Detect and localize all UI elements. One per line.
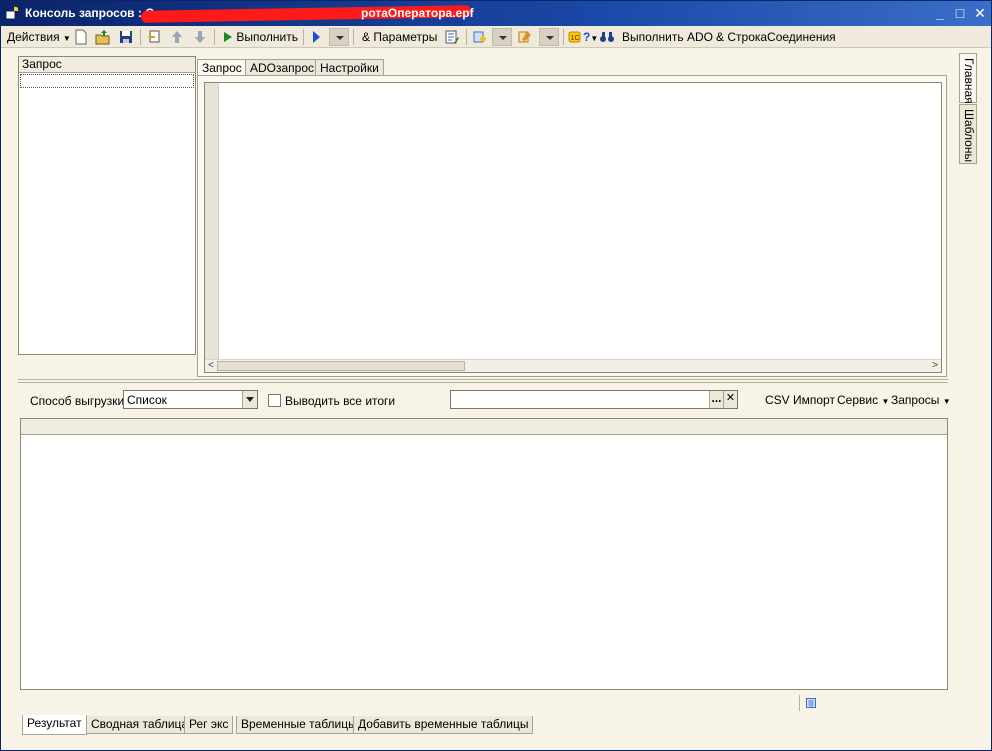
export-mode-select[interactable]: Список xyxy=(123,390,258,409)
run-step-icon[interactable] xyxy=(308,29,324,45)
tab-pivot-table[interactable]: Сводная таблица xyxy=(86,716,194,734)
run-ado-button[interactable]: Выполнить ADO xyxy=(622,28,713,46)
chevron-down-icon: ▼ xyxy=(881,397,890,406)
toolbar-separator xyxy=(353,29,354,45)
panel-splitter[interactable] xyxy=(18,379,948,383)
service-menu[interactable]: Сервис ▼ xyxy=(837,393,889,407)
copy-query-icon[interactable] xyxy=(146,29,162,45)
toolbar-separator xyxy=(466,29,467,45)
new-file-icon[interactable] xyxy=(73,29,89,45)
export-mode-label: Способ выгрузки: xyxy=(30,394,128,408)
select-button[interactable]: ... xyxy=(709,391,723,408)
help-dropdown[interactable]: ?▼ xyxy=(583,28,598,46)
queries-menu-label: Запросы xyxy=(891,393,940,407)
tab-ado-query[interactable]: ADOзапрос xyxy=(245,59,320,76)
ampersand-icon: & xyxy=(716,30,725,44)
editor-gutter xyxy=(205,83,219,361)
result-grid-header[interactable] xyxy=(21,419,947,435)
toolbar-separator xyxy=(214,29,215,45)
queries-menu[interactable]: Запросы ▼ xyxy=(891,393,951,407)
chevron-down-icon: ▼ xyxy=(942,397,951,406)
query-text-editor[interactable]: < > xyxy=(204,82,942,373)
run-button[interactable]: Выполнить xyxy=(223,28,298,46)
minimize-button[interactable]: _ xyxy=(931,5,949,21)
window-title: Консоль запросов : С xyxy=(25,6,154,20)
run-label: Выполнить xyxy=(236,30,298,44)
wizard-icon[interactable] xyxy=(517,29,533,45)
help-1c-icon[interactable]: 1C xyxy=(568,29,584,45)
result-grid[interactable] xyxy=(20,418,948,690)
filter-input[interactable]: ... ✕ xyxy=(450,390,738,409)
calculator-icon[interactable] xyxy=(806,698,816,708)
scroll-left-icon[interactable]: < xyxy=(205,360,217,372)
tab-regex[interactable]: Рег экс xyxy=(184,716,234,734)
run-options-dropdown[interactable] xyxy=(329,28,349,46)
export-mode-value: Список xyxy=(127,393,167,407)
conn-string-label: СтрокаСоединения xyxy=(727,30,836,44)
toolbar-separator xyxy=(140,29,141,45)
chevron-down-icon: ▼ xyxy=(62,34,71,43)
show-totals-checkbox[interactable] xyxy=(268,394,281,407)
chevron-down-icon[interactable] xyxy=(242,391,257,408)
play-icon xyxy=(224,32,232,42)
side-tab-main-label: Главная xyxy=(962,58,976,104)
svg-text:1C: 1C xyxy=(571,35,580,42)
params-button[interactable]: & Параметры xyxy=(362,28,437,46)
move-down-icon[interactable] xyxy=(192,29,208,45)
editor-horizontal-scrollbar[interactable]: < > xyxy=(205,359,941,372)
actions-menu[interactable]: Действия ▼ xyxy=(7,28,71,46)
side-tab-templates-label: Шаблоны xyxy=(962,109,976,163)
query-list-row[interactable] xyxy=(20,74,194,88)
open-file-icon[interactable] xyxy=(95,29,111,45)
clear-button[interactable]: ✕ xyxy=(723,391,737,408)
toolbar-separator xyxy=(303,29,304,45)
title-bar[interactable]: Консоль запросов : С ротаОператора.epf _… xyxy=(1,1,991,26)
tab-temp-tables[interactable]: Временные таблицы xyxy=(236,716,362,734)
tab-result[interactable]: Результат xyxy=(22,715,87,735)
query-builder-icon[interactable] xyxy=(472,29,488,45)
maximize-button[interactable]: □ xyxy=(951,5,969,21)
main-window: Консоль запросов : С ротаОператора.epf _… xyxy=(0,0,992,751)
conn-string-button[interactable]: & СтрокаСоединения xyxy=(716,28,836,46)
tab-add-temp-tables[interactable]: Добавить временные таблицы xyxy=(353,716,534,734)
status-separator xyxy=(799,695,800,711)
ampersand-icon: & xyxy=(362,30,371,44)
query-list[interactable]: Запрос xyxy=(18,56,196,355)
scrollbar-thumb[interactable] xyxy=(217,361,465,371)
toolbar: Действия ▼ Выполнить & Параметры 1C ?▼ В… xyxy=(1,26,991,48)
toolbar-separator xyxy=(563,29,564,45)
service-menu-label: Сервис xyxy=(837,393,879,407)
actions-label: Действия xyxy=(7,30,60,44)
csv-import-button[interactable]: CSV Импорт xyxy=(765,393,835,407)
result-status-strip xyxy=(20,690,948,714)
show-totals-label[interactable]: Выводить все итоги xyxy=(285,394,395,408)
wizard-dropdown[interactable] xyxy=(539,28,559,46)
close-button[interactable]: ✕ xyxy=(971,5,989,21)
tab-settings[interactable]: Настройки xyxy=(315,59,384,76)
edit-list-icon[interactable] xyxy=(444,29,460,45)
save-icon[interactable] xyxy=(118,29,134,45)
editor-panel: < > xyxy=(197,75,947,377)
window-title-suffix: ротаОператора.epf xyxy=(361,6,474,20)
query-list-header[interactable]: Запрос xyxy=(19,57,195,73)
move-up-icon[interactable] xyxy=(169,29,185,45)
side-tab-main[interactable]: Главная xyxy=(959,53,977,104)
binoculars-icon[interactable] xyxy=(599,29,615,45)
side-tab-templates[interactable]: Шаблоны xyxy=(959,104,977,164)
params-label: Параметры xyxy=(373,30,438,44)
query-builder-dropdown[interactable] xyxy=(492,28,512,46)
scroll-right-icon[interactable]: > xyxy=(929,360,941,372)
app-icon xyxy=(5,6,19,20)
